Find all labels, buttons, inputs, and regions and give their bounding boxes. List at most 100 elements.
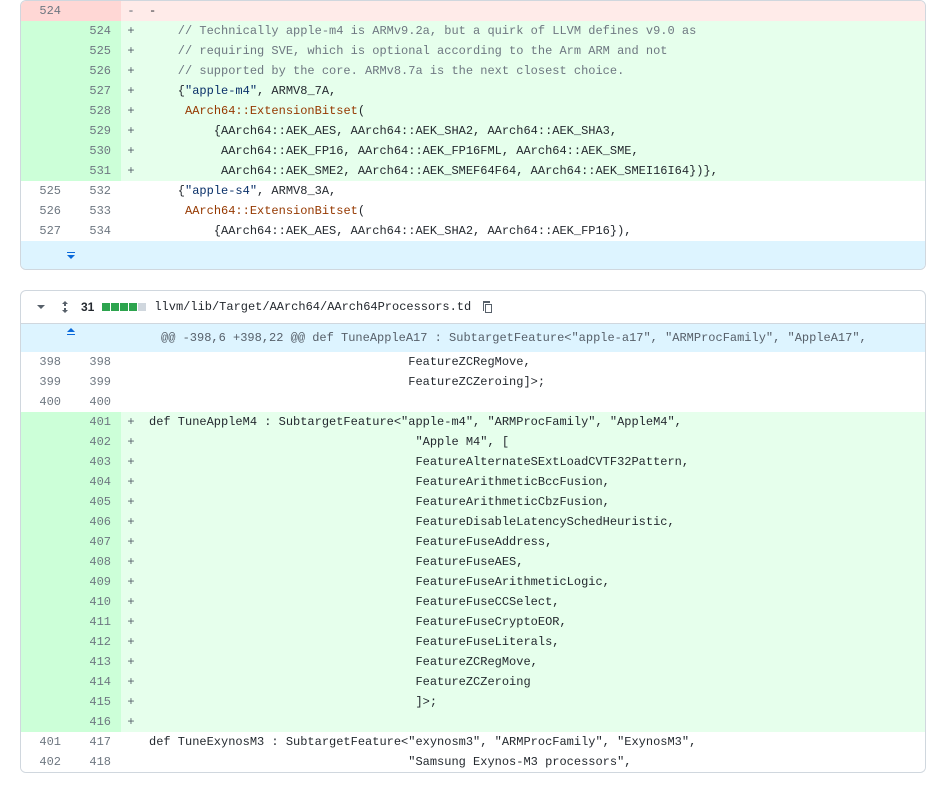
old-line-number[interactable] [21, 121, 71, 141]
code-content: "Samsung Exynos-M3 processors", [141, 752, 925, 772]
old-line-number[interactable] [21, 61, 71, 81]
new-line-number[interactable]: 412 [71, 632, 121, 652]
old-line-number[interactable] [21, 672, 71, 692]
old-line-number[interactable] [21, 552, 71, 572]
code-content: AArch64::ExtensionBitset( [141, 201, 925, 221]
old-line-number[interactable] [21, 712, 71, 732]
old-line-number[interactable] [21, 452, 71, 472]
diff-marker: + [121, 432, 141, 452]
old-line-number[interactable] [21, 432, 71, 452]
old-line-number[interactable] [21, 612, 71, 632]
new-line-number[interactable]: 401 [71, 412, 121, 432]
diff-line: 529+ {AArch64::AEK_AES, AArch64::AEK_SHA… [21, 121, 925, 141]
code-content: FeatureFuseArithmeticLogic, [141, 572, 925, 592]
code-content: {AArch64::AEK_AES, AArch64::AEK_SHA2, AA… [141, 221, 925, 241]
expand-all-icon[interactable] [57, 299, 73, 315]
diff-line: 404+ FeatureArithmeticBccFusion, [21, 472, 925, 492]
new-line-number[interactable]: 529 [71, 121, 121, 141]
new-line-number[interactable]: 524 [71, 21, 121, 41]
old-line-number[interactable]: 524 [21, 1, 71, 21]
old-line-number[interactable]: 526 [21, 201, 71, 221]
diff-line: 410+ FeatureFuseCCSelect, [21, 592, 925, 612]
code-content [141, 392, 925, 412]
new-line-number[interactable]: 405 [71, 492, 121, 512]
old-line-number[interactable]: 402 [21, 752, 71, 772]
old-line-number[interactable]: 525 [21, 181, 71, 201]
new-line-number[interactable]: 531 [71, 161, 121, 181]
chevron-down-icon[interactable] [33, 299, 49, 315]
old-line-number[interactable] [21, 572, 71, 592]
old-line-number[interactable] [21, 81, 71, 101]
expand-up-icon[interactable] [21, 324, 121, 340]
new-line-number[interactable]: 527 [71, 81, 121, 101]
new-line-number[interactable]: 526 [71, 61, 121, 81]
new-line-number[interactable]: 413 [71, 652, 121, 672]
diff-line: 526+ // supported by the core. ARMv8.7a … [21, 61, 925, 81]
old-line-number[interactable] [21, 632, 71, 652]
diff-line: 402+ "Apple M4", [ [21, 432, 925, 452]
old-line-number[interactable] [21, 161, 71, 181]
new-line-number[interactable]: 525 [71, 41, 121, 61]
new-line-number[interactable]: 406 [71, 512, 121, 532]
diff-line: 524-- [21, 1, 925, 21]
code-content: FeatureZCZeroing]>; [141, 372, 925, 392]
new-line-number[interactable]: 399 [71, 372, 121, 392]
new-line-number[interactable]: 415 [71, 692, 121, 712]
diff-marker [121, 732, 141, 752]
old-line-number[interactable]: 527 [21, 221, 71, 241]
code-content: FeatureArithmeticCbzFusion, [141, 492, 925, 512]
old-line-number[interactable] [21, 652, 71, 672]
old-line-number[interactable] [21, 101, 71, 121]
old-line-number[interactable] [21, 412, 71, 432]
diff-line: 525532 {"apple-s4", ARMV8_3A, [21, 181, 925, 201]
file-path[interactable]: llvm/lib/Target/AArch64/AArch64Processor… [154, 300, 471, 314]
new-line-number[interactable]: 402 [71, 432, 121, 452]
old-line-number[interactable]: 398 [21, 352, 71, 372]
code-content: // supported by the core. ARMv8.7a is th… [141, 61, 925, 81]
new-line-number[interactable]: 414 [71, 672, 121, 692]
diff-marker: + [121, 41, 141, 61]
old-line-number[interactable] [21, 592, 71, 612]
new-line-number[interactable]: 404 [71, 472, 121, 492]
new-line-number[interactable]: 528 [71, 101, 121, 121]
old-line-number[interactable] [21, 492, 71, 512]
diff-marker: + [121, 672, 141, 692]
diff-marker: - [121, 1, 141, 21]
new-line-number[interactable]: 417 [71, 732, 121, 752]
code-content: FeatureArithmeticBccFusion, [141, 472, 925, 492]
diff-line: 401+def TuneAppleM4 : SubtargetFeature<"… [21, 412, 925, 432]
new-line-number[interactable]: 532 [71, 181, 121, 201]
new-line-number[interactable]: 534 [71, 221, 121, 241]
new-line-number[interactable]: 416 [71, 712, 121, 732]
old-line-number[interactable] [21, 141, 71, 161]
code-content: FeatureFuseLiterals, [141, 632, 925, 652]
copy-icon[interactable] [479, 299, 495, 315]
old-line-number[interactable] [21, 472, 71, 492]
new-line-number[interactable]: 398 [71, 352, 121, 372]
old-line-number[interactable] [21, 532, 71, 552]
new-line-number[interactable]: 408 [71, 552, 121, 572]
old-line-number[interactable]: 399 [21, 372, 71, 392]
old-line-number[interactable]: 401 [21, 732, 71, 752]
old-line-number[interactable] [21, 692, 71, 712]
new-line-number[interactable]: 530 [71, 141, 121, 161]
code-content: {AArch64::AEK_AES, AArch64::AEK_SHA2, AA… [141, 121, 925, 141]
diff-marker [121, 181, 141, 201]
diff-line: 526533 AArch64::ExtensionBitset( [21, 201, 925, 221]
new-line-number[interactable]: 407 [71, 532, 121, 552]
new-line-number[interactable]: 409 [71, 572, 121, 592]
new-line-number[interactable]: 400 [71, 392, 121, 412]
code-content: FeatureFuseCryptoEOR, [141, 612, 925, 632]
expand-down-icon[interactable] [21, 241, 121, 269]
old-line-number[interactable] [21, 512, 71, 532]
new-line-number[interactable]: 403 [71, 452, 121, 472]
new-line-number[interactable]: 411 [71, 612, 121, 632]
code-content: FeatureDisableLatencySchedHeuristic, [141, 512, 925, 532]
new-line-number[interactable]: 410 [71, 592, 121, 612]
old-line-number[interactable] [21, 41, 71, 61]
new-line-number[interactable]: 418 [71, 752, 121, 772]
new-line-number[interactable]: 533 [71, 201, 121, 221]
old-line-number[interactable] [21, 21, 71, 41]
new-line-number[interactable] [71, 1, 121, 21]
old-line-number[interactable]: 400 [21, 392, 71, 412]
